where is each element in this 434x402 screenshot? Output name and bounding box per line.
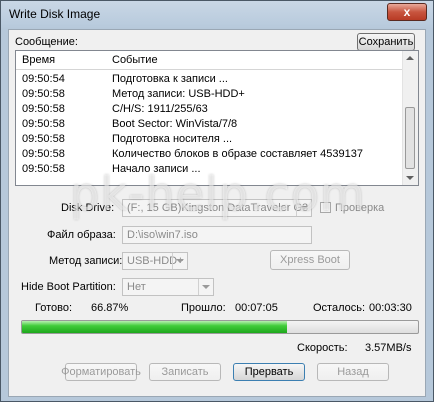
messages-label: Сообщение: [15,36,78,48]
xpress-boot-button[interactable]: Xpress Boot [270,250,350,270]
disk-drive-select[interactable]: (F:, 15 GB)Kingston DataTraveler G3 PMAP [122,199,312,217]
log-event: Количество блоков в образе составляет 45… [112,148,363,160]
write-progress-bar [21,320,419,334]
save-log-button[interactable]: Сохранить [357,33,415,51]
log-row: 09:50:58 Подготовка носителя ... [16,133,404,146]
log-row: 09:50:58 Boot Sector: WinVista/7/8 [16,118,404,131]
elapsed-label: Прошло: [181,302,226,314]
chevron-down-icon [296,200,311,216]
log-time: 09:50:54 [22,73,65,85]
hide-boot-partition-value: Нет [127,281,146,293]
log-row: 09:50:58 C/H/S: 1911/255/63 [16,103,404,116]
hide-boot-partition-select[interactable]: Нет [122,278,214,296]
log-row: 09:50:58 Метод записи: USB-HDD+ [16,88,404,101]
column-header-time[interactable]: Время [22,54,55,66]
title-bar[interactable]: Write Disk Image x [1,1,433,27]
log-header: Время Событие [16,51,404,70]
log-time: 09:50:58 [22,163,65,175]
chevron-down-icon [172,253,187,269]
remaining-label: Осталось: [313,302,366,314]
close-icon: x [403,5,411,19]
format-button[interactable]: Форматировать [61,363,141,381]
back-button[interactable]: Назад [317,363,389,381]
log-row: 09:50:58 Начало записи ... [16,163,404,176]
verify-checkbox[interactable] [320,202,331,213]
log-time: 09:50:58 [22,103,65,115]
remaining-value: 00:03:30 [369,302,412,314]
chevron-down-icon [198,279,213,295]
verify-label: Проверка [335,202,385,214]
done-value: 66.87% [91,302,129,314]
log-time: 09:50:58 [22,148,65,160]
progress-fill [22,321,287,333]
write-disk-image-window: Write Disk Image x Сообщение: Сохранить … [0,0,434,402]
log-event: C/H/S: 1911/255/63 [112,103,208,115]
log-event: Подготовка носителя ... [112,133,233,145]
log-row: 09:50:54 Подготовка к записи ... [16,73,404,86]
abort-button[interactable]: Прервать [233,363,305,381]
scroll-down-icon[interactable] [406,176,414,180]
dialog-client-area: Сообщение: Сохранить Время Событие 09:50… [8,29,426,397]
scroll-thumb[interactable] [405,107,415,169]
message-log[interactable]: Время Событие 09:50:54 Подготовка к запис… [15,50,419,186]
log-time: 09:50:58 [22,88,65,100]
log-row: 09:50:58 Количество блоков в образе соста… [16,148,404,161]
scroll-up-icon[interactable] [406,56,414,60]
log-time: 09:50:58 [22,118,65,130]
window-title: Write Disk Image [9,7,101,21]
write-method-label: Метод записи: [49,255,123,267]
write-button[interactable]: Записать [149,363,221,381]
log-time: 09:50:58 [22,133,65,145]
speed-label: Скорость: [297,342,348,354]
disk-drive-value: (F:, 15 GB)Kingston DataTraveler G3 PMAP [127,202,311,214]
log-event: Подготовка к записи ... [112,73,228,85]
log-event: Метод записи: USB-HDD+ [112,88,245,100]
log-event: Boot Sector: WinVista/7/8 [112,118,238,130]
done-label: Готово: [35,302,73,314]
write-method-select[interactable]: USB-HDD+ [122,252,188,270]
image-file-label: Файл образа: [47,229,116,241]
hide-boot-partition-label: Hide Boot Partition: [21,281,116,293]
image-file-field[interactable]: D:\iso\win7.iso [122,226,312,244]
elapsed-value: 00:07:05 [235,302,278,314]
log-event: Начало записи ... [112,163,201,175]
column-header-event[interactable]: Событие [112,54,158,66]
speed-value: 3.57MB/s [365,342,412,354]
close-button[interactable]: x [387,3,427,21]
disk-drive-label: Disk Drive: [61,202,115,214]
log-scrollbar[interactable] [402,51,418,185]
